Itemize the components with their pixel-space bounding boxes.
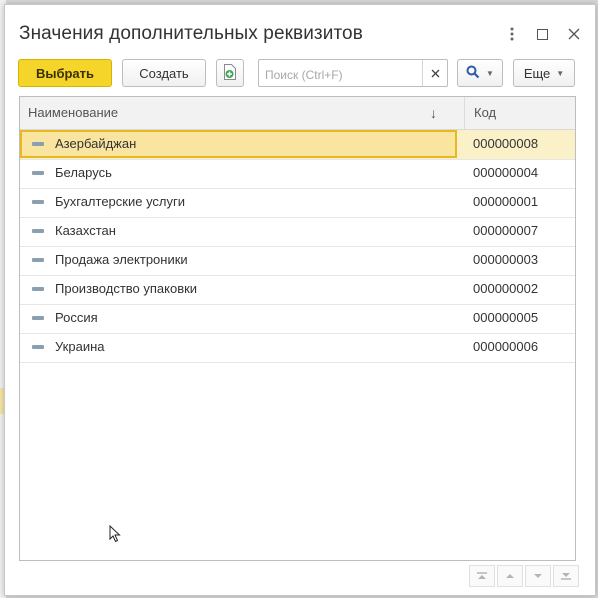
table-header: Наименование ↓ Код <box>20 97 575 130</box>
table-row[interactable]: Азербайджан 000000008 <box>20 130 575 160</box>
mouse-cursor-icon <box>109 524 121 548</box>
search-field <box>258 59 448 87</box>
row-code: 000000004 <box>473 165 539 180</box>
item-icon <box>32 258 44 262</box>
row-code: 000000008 <box>473 136 539 151</box>
row-code: 000000002 <box>473 281 539 296</box>
magnifier-icon <box>466 65 480 82</box>
item-icon <box>32 142 44 146</box>
item-icon <box>32 316 44 320</box>
item-icon <box>32 287 44 291</box>
name-cell[interactable]: Производство упаковки <box>20 275 457 303</box>
column-header-code[interactable]: Код <box>464 97 574 129</box>
search-input[interactable] <box>263 65 427 84</box>
item-icon <box>32 171 44 175</box>
name-cell[interactable]: Россия <box>20 304 457 332</box>
column-header-name[interactable]: Наименование <box>28 97 448 129</box>
add-copy-icon <box>223 63 237 83</box>
go-up-icon[interactable] <box>497 565 523 587</box>
copy-button[interactable] <box>216 59 244 87</box>
row-name: Украина <box>55 339 105 354</box>
close-icon[interactable] <box>563 23 585 45</box>
go-first-icon[interactable] <box>469 565 495 587</box>
row-code: 000000003 <box>473 252 539 267</box>
row-name: Производство упаковки <box>55 281 198 296</box>
row-code: 000000001 <box>473 194 539 209</box>
values-table: Наименование ↓ Код Азербайджан 000000008… <box>19 96 576 561</box>
dialog-window: Значения дополнительных реквизитов Выбра… <box>4 4 596 596</box>
more-vertical-icon[interactable] <box>501 23 523 45</box>
name-cell[interactable]: Украина <box>20 333 457 361</box>
row-code: 000000006 <box>473 339 539 354</box>
window-title: Значения дополнительных реквизитов <box>19 23 363 44</box>
search-button[interactable]: ▼ <box>457 59 503 87</box>
name-cell[interactable]: Казахстан <box>20 217 457 245</box>
name-cell[interactable]: Продажа электроники <box>20 246 457 274</box>
clear-search-icon[interactable] <box>422 60 447 86</box>
name-cell[interactable]: Азербайджан <box>20 130 457 158</box>
row-name: Россия <box>55 310 98 325</box>
table-row[interactable]: Производство упаковки 000000002 <box>20 275 575 305</box>
select-button[interactable]: Выбрать <box>18 59 112 87</box>
table-row[interactable]: Беларусь 000000004 <box>20 159 575 189</box>
name-cell[interactable]: Бухгалтерские услуги <box>20 188 457 216</box>
table-row[interactable]: Украина 000000006 <box>20 333 575 363</box>
row-code: 000000007 <box>473 223 539 238</box>
row-name: Азербайджан <box>55 136 137 151</box>
row-name: Бухгалтерские услуги <box>55 194 186 209</box>
dropdown-caret-icon: ▼ <box>486 68 494 78</box>
go-last-icon[interactable] <box>553 565 579 587</box>
item-icon <box>32 200 44 204</box>
table-row[interactable]: Россия 000000005 <box>20 304 575 334</box>
more-menu-label: Еще <box>523 65 551 81</box>
maximize-icon[interactable] <box>531 23 553 45</box>
sort-descending-icon[interactable]: ↓ <box>430 97 437 129</box>
item-icon <box>32 345 44 349</box>
row-name: Беларусь <box>55 165 112 180</box>
create-button[interactable]: Создать <box>122 59 206 87</box>
table-row[interactable]: Бухгалтерские услуги 000000001 <box>20 188 575 218</box>
dropdown-caret-icon: ▼ <box>556 68 565 78</box>
table-row[interactable]: Казахстан 000000007 <box>20 217 575 247</box>
table-row[interactable]: Продажа электроники 000000003 <box>20 246 575 276</box>
row-name: Казахстан <box>55 223 116 238</box>
row-name: Продажа электроники <box>55 252 188 267</box>
more-menu-button[interactable]: Еще ▼ <box>513 59 575 87</box>
table-navigation <box>469 565 579 587</box>
item-icon <box>32 229 44 233</box>
name-cell[interactable]: Беларусь <box>20 159 457 187</box>
go-down-icon[interactable] <box>525 565 551 587</box>
row-code: 000000005 <box>473 310 539 325</box>
